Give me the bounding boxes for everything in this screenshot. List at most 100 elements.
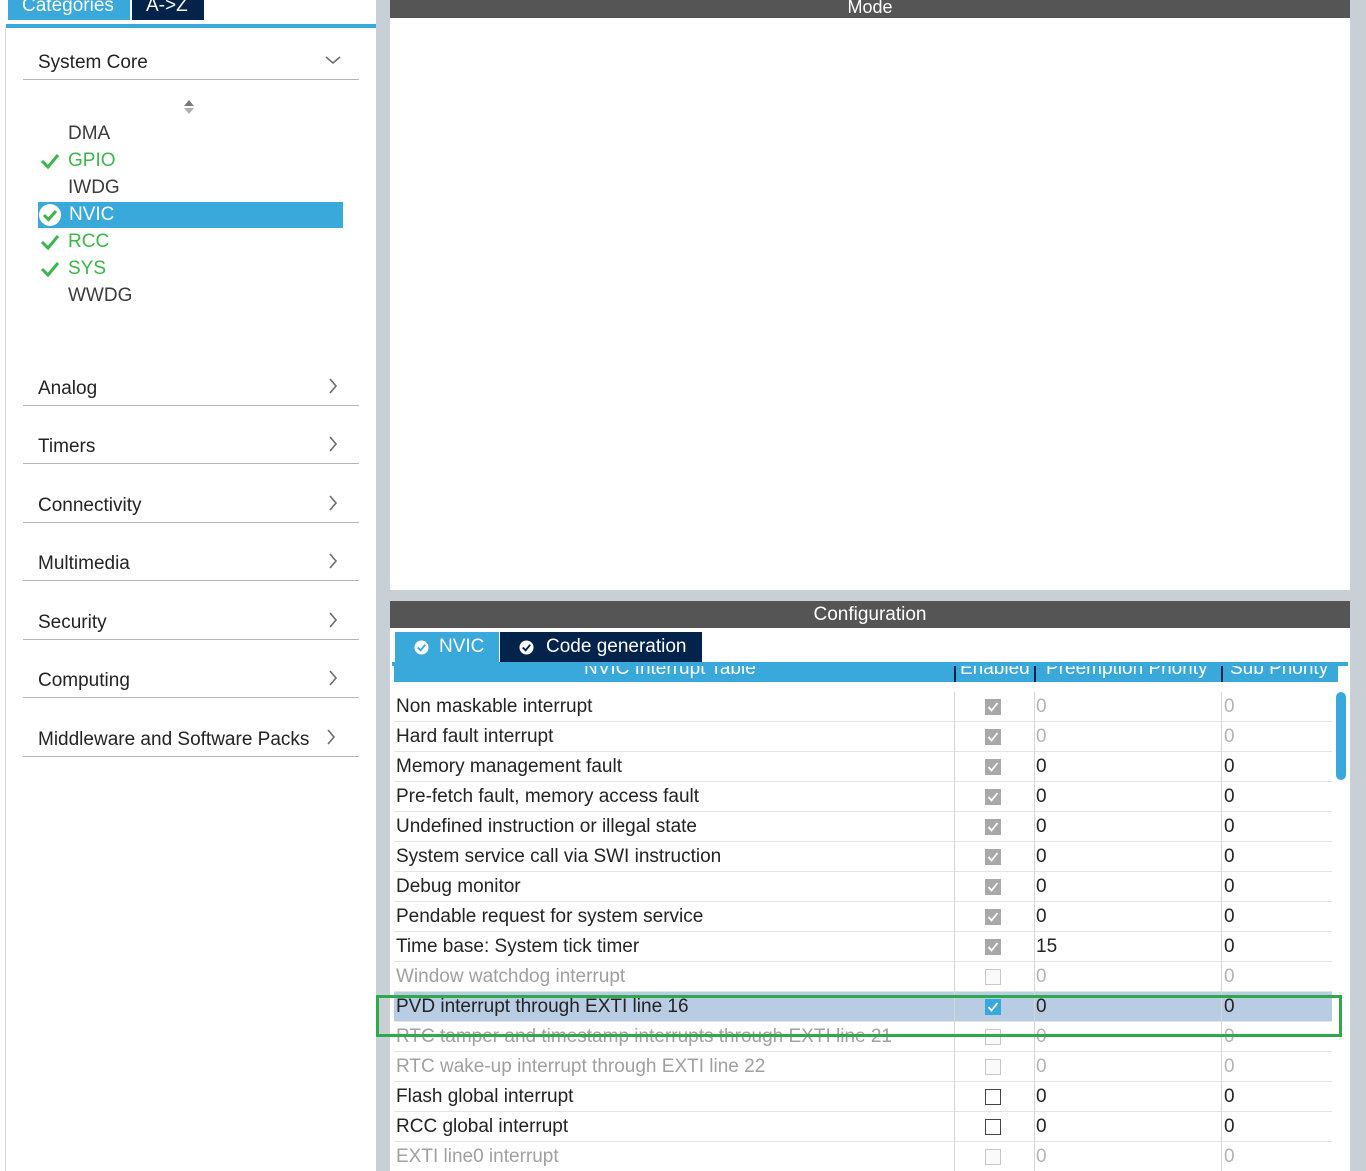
enabled-checkbox xyxy=(985,939,1001,955)
preemption-priority-value[interactable]: 0 xyxy=(1036,902,1047,932)
peripheral-label: DMA xyxy=(68,123,111,144)
enabled-checkbox xyxy=(985,909,1001,925)
preemption-priority-value[interactable]: 0 xyxy=(1036,872,1047,902)
peripheral-label: WWDG xyxy=(68,285,133,306)
category-security[interactable]: Security xyxy=(23,610,359,640)
cell-divider xyxy=(1034,752,1035,782)
cell-divider xyxy=(954,872,955,902)
chevron-right-icon xyxy=(329,670,338,686)
interrupt-name: System service call via SWI instruction xyxy=(396,846,722,867)
interrupt-name: RTC wake-up interrupt through EXTI line … xyxy=(396,1056,766,1077)
tab-code-generation[interactable]: Code generation xyxy=(500,632,702,662)
category-computing[interactable]: Computing xyxy=(23,668,359,698)
sub-priority-value[interactable]: 0 xyxy=(1224,872,1235,902)
table-row[interactable]: EXTI line0 interrupt 0 0 xyxy=(394,1142,1332,1171)
cell-divider xyxy=(954,932,955,962)
peripheral-item-nvic[interactable]: NVIC xyxy=(38,202,343,228)
preemption-priority-value[interactable]: 0 xyxy=(1036,842,1047,872)
column-header-name[interactable]: NVIC Interrupt Table xyxy=(584,666,756,680)
cell-divider xyxy=(1221,782,1222,812)
panel-splitter-horizontal[interactable] xyxy=(390,590,1350,601)
chevron-right-icon xyxy=(329,553,338,569)
enabled-checkbox xyxy=(985,969,1001,985)
interrupt-name: Undefined instruction or illegal state xyxy=(396,816,698,837)
enabled-checkbox[interactable] xyxy=(985,1119,1001,1135)
column-divider[interactable] xyxy=(1221,666,1223,682)
sub-priority-value[interactable]: 0 xyxy=(1224,752,1235,782)
preemption-priority-value[interactable]: 0 xyxy=(1036,752,1047,782)
cell-divider xyxy=(1034,962,1035,992)
cell-divider xyxy=(1034,842,1035,872)
cell-divider xyxy=(1034,1082,1035,1112)
preemption-priority-value: 0 xyxy=(1036,726,1047,747)
category-multimedia[interactable]: Multimedia xyxy=(23,551,359,581)
table-row[interactable]: Debug monitor 0 0 xyxy=(394,872,1332,902)
table-row[interactable]: Pendable request for system service 0 0 xyxy=(394,902,1332,932)
sub-priority-value[interactable]: 0 xyxy=(1224,1112,1235,1142)
category-timers[interactable]: Timers xyxy=(23,434,359,464)
table-row[interactable]: RCC global interrupt 0 0 xyxy=(394,1112,1332,1142)
chevron-right-icon xyxy=(329,495,338,511)
preemption-priority-value[interactable]: 15 xyxy=(1036,932,1057,962)
sub-priority-value: 0 xyxy=(1224,1056,1235,1077)
column-header-enabled[interactable]: Enabled xyxy=(960,666,1030,680)
left-tabs: Categories A->Z xyxy=(8,0,204,24)
sub-priority-value[interactable]: 0 xyxy=(1224,812,1235,842)
table-row[interactable]: Flash global interrupt 0 0 xyxy=(394,1082,1332,1112)
table-row[interactable]: Memory management fault 0 0 xyxy=(394,752,1332,782)
category-middleware-and-software-packs[interactable]: Middleware and Software Packs xyxy=(23,727,359,757)
preemption-priority-value[interactable]: 0 xyxy=(1036,782,1047,812)
sub-priority-value[interactable]: 0 xyxy=(1224,842,1235,872)
tab-categories[interactable]: Categories xyxy=(8,0,130,20)
cell-divider xyxy=(1221,692,1222,722)
category-system-core[interactable]: System Core xyxy=(23,50,359,80)
table-row[interactable]: Time base: System tick timer 15 0 xyxy=(394,932,1332,962)
table-row[interactable]: Non maskable interrupt 0 0 xyxy=(394,692,1332,722)
preemption-priority-value: 0 xyxy=(1036,1056,1047,1077)
preemption-priority-value: 0 xyxy=(1036,1146,1047,1167)
tab-nvic[interactable]: NVIC xyxy=(395,632,499,662)
cell-divider xyxy=(1034,902,1035,932)
category-analog[interactable]: Analog xyxy=(23,376,359,406)
cell-divider xyxy=(954,962,955,992)
preemption-priority-value[interactable]: 0 xyxy=(1036,812,1047,842)
interrupt-name: Pendable request for system service xyxy=(396,906,704,927)
cell-divider xyxy=(1221,902,1222,932)
peripheral-label: GPIO xyxy=(68,150,116,171)
highlight-annotation xyxy=(376,995,1342,1037)
cell-divider xyxy=(1221,1052,1222,1082)
table-row[interactable]: Window watchdog interrupt 0 0 xyxy=(394,962,1332,992)
sub-priority-value[interactable]: 0 xyxy=(1224,902,1235,932)
enabled-checkbox[interactable] xyxy=(985,1089,1001,1105)
column-divider[interactable] xyxy=(1034,666,1036,682)
sub-priority-value[interactable]: 0 xyxy=(1224,1082,1235,1112)
cell-divider xyxy=(1221,842,1222,872)
vertical-scrollbar[interactable] xyxy=(1334,692,1350,1171)
column-header-preemption[interactable]: Preemption Priority xyxy=(1046,666,1208,680)
cell-divider xyxy=(1034,872,1035,902)
column-header-sub-priority[interactable]: Sub Priority xyxy=(1230,666,1328,680)
sub-priority-value: 0 xyxy=(1224,966,1235,987)
table-row[interactable]: Hard fault interrupt 0 0 xyxy=(394,722,1332,752)
table-row[interactable]: Undefined instruction or illegal state 0 0 xyxy=(394,812,1332,842)
scrollbar-thumb[interactable] xyxy=(1336,692,1346,780)
table-row[interactable]: RTC wake-up interrupt through EXTI line … xyxy=(394,1052,1332,1082)
preemption-priority-value[interactable]: 0 xyxy=(1036,1082,1047,1112)
preemption-priority-value[interactable]: 0 xyxy=(1036,1112,1047,1142)
category-connectivity[interactable]: Connectivity xyxy=(23,493,359,523)
table-row[interactable]: System service call via SWI instruction 0… xyxy=(394,842,1332,872)
peripheral-label: SYS xyxy=(68,258,107,279)
check-circle-icon xyxy=(414,640,429,655)
column-divider[interactable] xyxy=(954,666,956,682)
sub-priority-value[interactable]: 0 xyxy=(1224,782,1235,812)
peripheral-label: NVIC xyxy=(69,204,115,225)
preemption-priority-value: 0 xyxy=(1036,696,1047,717)
tab-a-to-z[interactable]: A->Z xyxy=(132,0,204,20)
sub-priority-value[interactable]: 0 xyxy=(1224,932,1235,962)
table-row[interactable]: Pre-fetch fault, memory access fault 0 0 xyxy=(394,782,1332,812)
mode-title: Mode xyxy=(390,0,1350,18)
cell-divider xyxy=(1221,752,1222,782)
category-label: Security xyxy=(38,612,107,633)
category-label: Analog xyxy=(38,378,98,399)
sort-icon[interactable] xyxy=(182,98,196,116)
